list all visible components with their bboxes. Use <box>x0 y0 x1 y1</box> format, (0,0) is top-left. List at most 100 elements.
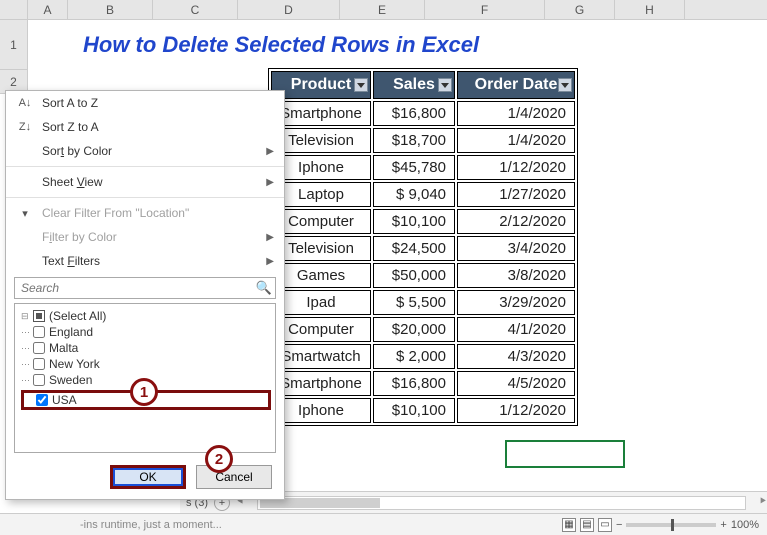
checkbox-new-york[interactable] <box>33 358 45 370</box>
cell-date[interactable]: 3/29/2020 <box>457 290 575 315</box>
cell-date[interactable]: 1/4/2020 <box>457 101 575 126</box>
checkbox-malta[interactable] <box>33 342 45 354</box>
view-pagelayout-icon[interactable]: ▤ <box>580 518 594 532</box>
text-filters-label: Text Filters <box>42 254 100 268</box>
chevron-right-icon: ▶ <box>266 232 274 243</box>
sort-by-color[interactable]: Sort by Color ▶ <box>6 139 284 163</box>
sort-za[interactable]: Z↓ Sort Z to A <box>6 115 284 139</box>
clear-filter-label: Clear Filter From "Location" <box>42 206 189 220</box>
table-row[interactable]: Computer$10,1002/12/2020 <box>271 209 575 234</box>
view-normal-icon[interactable]: ▦ <box>562 518 576 532</box>
cell-product[interactable]: Smartwatch <box>271 344 371 369</box>
cell-sales[interactable]: $50,000 <box>373 263 455 288</box>
cell-date[interactable]: 3/8/2020 <box>457 263 575 288</box>
cell-date[interactable]: 4/5/2020 <box>457 371 575 396</box>
chk-new-york[interactable]: ⋯New York <box>19 356 271 372</box>
cell-date[interactable]: 2/12/2020 <box>457 209 575 234</box>
select-all-corner[interactable] <box>0 0 28 19</box>
table-row[interactable]: Television$24,5003/4/2020 <box>271 236 575 261</box>
chk-malta[interactable]: ⋯Malta <box>19 340 271 356</box>
chk-select-all[interactable]: ⊟(Select All) <box>19 308 271 324</box>
col-header-C[interactable]: C <box>153 0 238 19</box>
table-row[interactable]: Games$50,0003/8/2020 <box>271 263 575 288</box>
chk-england[interactable]: ⋯England <box>19 324 271 340</box>
checkbox-sweden[interactable] <box>33 374 45 386</box>
view-pagebreak-icon[interactable]: ▭ <box>598 518 612 532</box>
cell-sales[interactable]: $ 9,040 <box>373 182 455 207</box>
cell-product[interactable]: Iphone <box>271 398 371 423</box>
cancel-button[interactable]: Cancel <box>196 465 272 489</box>
col-header-A[interactable]: A <box>28 0 68 19</box>
cell-product[interactable]: Ipad <box>271 290 371 315</box>
cell-product[interactable]: Smartphone <box>271 371 371 396</box>
cell-sales[interactable]: $16,800 <box>373 371 455 396</box>
table-row[interactable]: Iphone$10,1001/12/2020 <box>271 398 575 423</box>
cell-sales[interactable]: $ 5,500 <box>373 290 455 315</box>
filter-search-input[interactable] <box>15 278 253 298</box>
col-header-H[interactable]: H <box>615 0 685 19</box>
zoom-slider[interactable] <box>626 523 716 527</box>
cell-product[interactable]: Television <box>271 128 371 153</box>
checkbox-select-all[interactable] <box>33 310 45 322</box>
cell-sales[interactable]: $24,500 <box>373 236 455 261</box>
col-header-B[interactable]: B <box>68 0 153 19</box>
cell-sales[interactable]: $20,000 <box>373 317 455 342</box>
cell-date[interactable]: 1/4/2020 <box>457 128 575 153</box>
cell-sales[interactable]: $10,100 <box>373 398 455 423</box>
chevron-right-icon: ▶ <box>266 146 274 157</box>
text-filters[interactable]: Text Filters ▶ <box>6 249 284 273</box>
horizontal-scrollbar[interactable] <box>257 496 746 510</box>
filter-dropdown-icon[interactable] <box>438 78 452 92</box>
cell-date[interactable]: 1/12/2020 <box>457 155 575 180</box>
zoom-out-button[interactable]: − <box>616 519 622 531</box>
sheet-view[interactable]: Sheet View ▶ <box>6 170 284 194</box>
active-cell-indicator <box>505 440 625 468</box>
cell-date[interactable]: 4/1/2020 <box>457 317 575 342</box>
table-row[interactable]: Iphone$45,7801/12/2020 <box>271 155 575 180</box>
header-product[interactable]: Product <box>271 71 371 99</box>
cell-sales[interactable]: $45,780 <box>373 155 455 180</box>
autofilter-menu: A↓ Sort A to Z Z↓ Sort Z to A Sort by Co… <box>5 90 285 500</box>
cell-product[interactable]: Iphone <box>271 155 371 180</box>
row-header-strip: 1 2 <box>0 20 28 94</box>
col-header-F[interactable]: F <box>425 0 545 19</box>
cell-sales[interactable]: $18,700 <box>373 128 455 153</box>
cell-date[interactable]: 1/27/2020 <box>457 182 575 207</box>
table-row[interactable]: Laptop$ 9,0401/27/2020 <box>271 182 575 207</box>
filter-dropdown-icon[interactable] <box>354 78 368 92</box>
cell-product[interactable]: Smartphone <box>271 101 371 126</box>
header-sales[interactable]: Sales <box>373 71 455 99</box>
status-bar: -ins runtime, just a moment... ▦ ▤ ▭ − +… <box>0 513 767 535</box>
table-row[interactable]: Smartphone$16,8004/5/2020 <box>271 371 575 396</box>
table-row[interactable]: Smartwatch$ 2,0004/3/2020 <box>271 344 575 369</box>
cell-date[interactable]: 3/4/2020 <box>457 236 575 261</box>
zoom-in-button[interactable]: + <box>720 519 726 531</box>
cell-sales[interactable]: $ 2,000 <box>373 344 455 369</box>
cell-date[interactable]: 1/12/2020 <box>457 398 575 423</box>
filter-dropdown-icon[interactable] <box>558 78 572 92</box>
header-order-date[interactable]: Order Date <box>457 71 575 99</box>
cell-product[interactable]: Computer <box>271 209 371 234</box>
table-row[interactable]: Computer$20,0004/1/2020 <box>271 317 575 342</box>
cell-product[interactable]: Laptop <box>271 182 371 207</box>
cell-date[interactable]: 4/3/2020 <box>457 344 575 369</box>
cell-product[interactable]: Games <box>271 263 371 288</box>
checkbox-england[interactable] <box>33 326 45 338</box>
cell-sales[interactable]: $10,100 <box>373 209 455 234</box>
cell-product[interactable]: Computer <box>271 317 371 342</box>
table-row[interactable]: Smartphone$16,8001/4/2020 <box>271 101 575 126</box>
checkbox-usa[interactable] <box>36 394 48 406</box>
ok-button[interactable]: OK <box>110 465 186 489</box>
table-row[interactable]: Ipad$ 5,5003/29/2020 <box>271 290 575 315</box>
filter-search[interactable]: 🔍 <box>14 277 276 299</box>
col-header-G[interactable]: G <box>545 0 615 19</box>
sort-az[interactable]: A↓ Sort A to Z <box>6 91 284 115</box>
sheet-view-label: Sheet View <box>42 175 103 189</box>
col-header-D[interactable]: D <box>238 0 340 19</box>
cell-product[interactable]: Television <box>271 236 371 261</box>
table-row[interactable]: Television$18,7001/4/2020 <box>271 128 575 153</box>
row-header-1[interactable]: 1 <box>0 20 28 70</box>
cell-sales[interactable]: $16,800 <box>373 101 455 126</box>
zoom-level[interactable]: 100% <box>731 519 759 531</box>
col-header-E[interactable]: E <box>340 0 425 19</box>
